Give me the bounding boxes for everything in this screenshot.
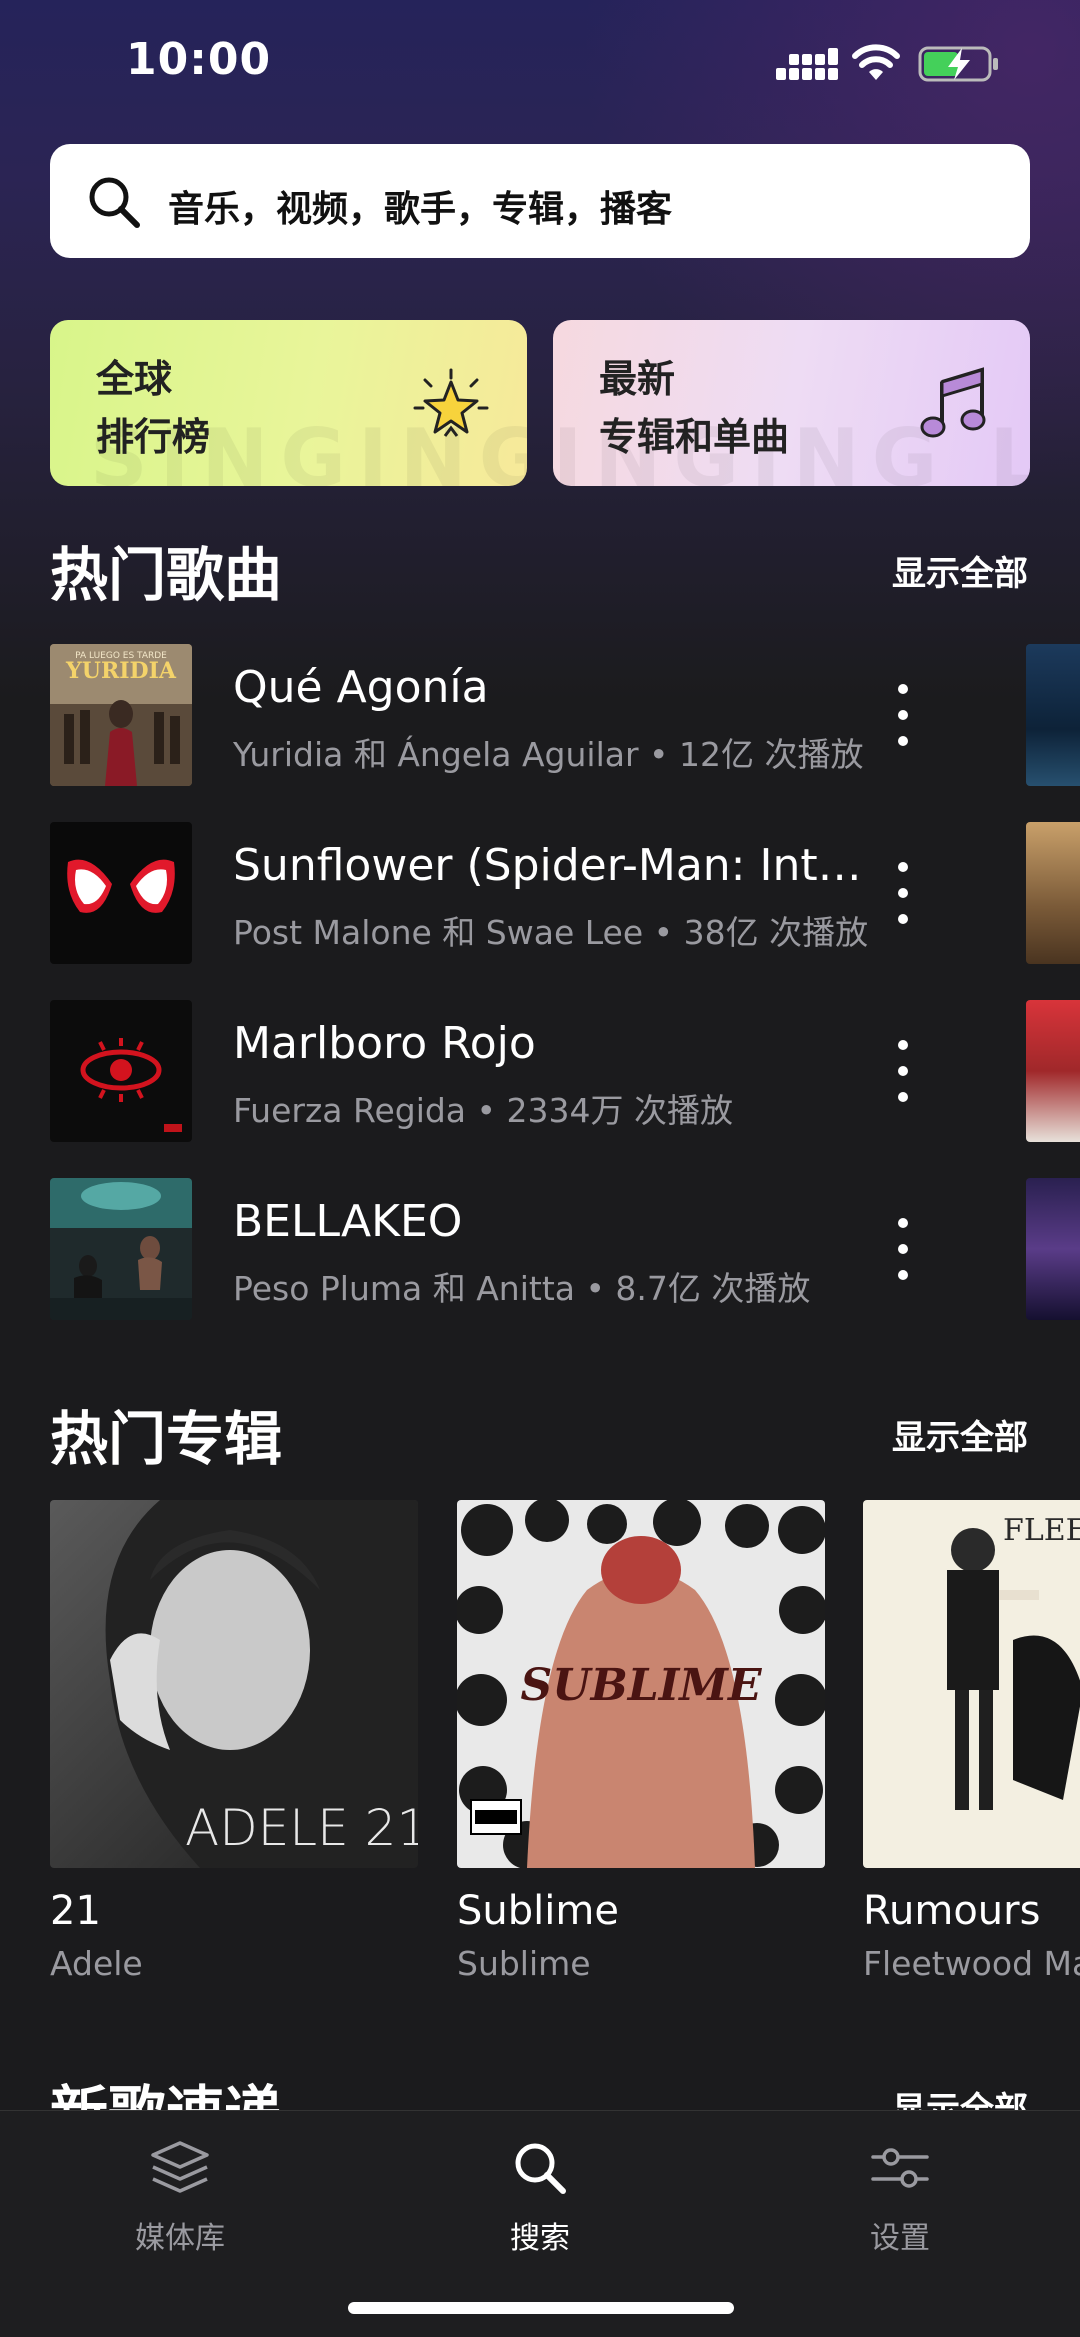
song-title: Marlboro Rojo [233,1018,536,1069]
song-cover [50,1178,192,1320]
more-options-icon[interactable] [893,862,913,924]
song-meta: Post Malone 和 Swae Lee • 38亿 次播放 [233,913,869,952]
cover-text: YURIDIA [65,658,177,684]
cover-text: FLEETWOOD [1003,1513,1080,1548]
album-cover: FLEETWOOD [863,1500,1080,1868]
song-row[interactable]: Sunflower (Spider-Man: Into the Spider-V… [50,822,1000,964]
more-options-icon[interactable] [893,1218,913,1280]
tab-search[interactable]: 搜索 [440,2135,640,2257]
card-label-line1: 最新 [599,357,676,401]
global-charts-label: 全球 排行榜 [96,350,210,466]
search-icon [89,177,140,228]
song-title: BELLAKEO [233,1196,463,1247]
next-column-cover[interactable] [1026,822,1080,964]
album-card[interactable]: SUBLIME Sublime Sublime [457,1500,825,1983]
song-cover [50,822,192,964]
next-column-cover[interactable] [1026,1000,1080,1142]
tab-label: 搜索 [510,2221,570,2256]
song-row[interactable]: BELLAKEO Peso Pluma 和 Anitta • 8.7亿 次播放 [50,1178,1000,1320]
tab-library[interactable]: 媒体库 [80,2135,280,2257]
hot-albums-show-all-button[interactable]: 显示全部 [892,1410,1028,1459]
tab-settings[interactable]: 设置 [800,2135,1000,2257]
hot-songs-show-all-button[interactable]: 显示全部 [892,546,1028,595]
song-cover [50,1000,192,1142]
global-charts-card[interactable]: SINGING LISTENI 全球 排行榜 [50,320,527,486]
song-row[interactable]: Marlboro Rojo Fuerza Regida • 2334万 次播放 [50,1000,1000,1142]
album-title: 21 [50,1888,101,1934]
song-meta: Fuerza Regida • 2334万 次播放 [233,1091,733,1130]
song-meta: Peso Pluma 和 Anitta • 8.7亿 次播放 [233,1269,811,1308]
album-cover: SUBLIME [457,1500,825,1868]
song-title: Qué Agonía [233,662,489,713]
home-indicator [348,2302,734,2314]
hot-songs-title: 热门歌曲 [50,541,283,609]
more-options-icon[interactable] [893,684,913,746]
cover-text: SUBLIME [520,1660,763,1711]
card-label-line2: 专辑和单曲 [599,415,790,459]
card-label-line1: 全球 [96,357,173,401]
hot-albums-title: 热门专辑 [50,1405,283,1473]
tab-label: 媒体库 [135,2221,225,2256]
music-note-icon [920,367,986,438]
layers-icon [151,2141,209,2193]
song-row[interactable]: PA LUEGO ES TARDE YURIDIA Qué Agonía Yur… [50,644,1000,786]
album-artist: Sublime [457,1944,591,1983]
album-artist: Fleetwood Mac [863,1944,1080,1983]
song-meta: Yuridia 和 Ángela Aguilar • 12亿 次播放 [233,735,864,774]
song-cover: PA LUEGO ES TARDE YURIDIA [50,644,192,786]
cover-text: ADELE 21 [185,1799,418,1857]
next-column-cover[interactable] [1026,1178,1080,1320]
search-icon [515,2143,566,2194]
sliders-icon [871,2148,929,2188]
search-placeholder: 音乐，视频，歌手，专辑，播客 [168,189,673,230]
album-cover: ADELE 21 [50,1500,418,1868]
album-artist: Adele [50,1944,143,1983]
cellular-signal-icon [776,48,838,80]
new-releases-card[interactable]: SINGING LISTENI 最新 专辑和单曲 [553,320,1030,486]
album-card[interactable]: ADELE 21 21 Adele [50,1500,418,1983]
card-label-line2: 排行榜 [96,415,211,459]
star-icon [413,368,489,437]
more-options-icon[interactable] [893,1040,913,1102]
new-releases-label: 最新 专辑和单曲 [599,350,789,466]
wifi-icon [852,44,900,80]
status-time: 10:00 [126,34,272,85]
song-title: Sunflower (Spider-Man: Into the Spider-V… [233,840,885,891]
search-screen: 10:00 音乐，视频，歌手，专辑，播客 SINGING 全球 排行榜 INGI… [0,0,1080,2337]
album-card[interactable]: FLEETWOOD Rumours Fleetwood Mac [863,1500,1080,1983]
search-input[interactable]: 音乐，视频，歌手，专辑，播客 [50,144,1030,258]
tab-label: 设置 [870,2221,930,2256]
battery-charging-icon [918,46,998,82]
album-title: Sublime [457,1888,619,1934]
album-title: Rumours [863,1888,1041,1934]
next-column-cover[interactable] [1026,644,1080,786]
status-bar: 10:00 [0,0,1080,130]
